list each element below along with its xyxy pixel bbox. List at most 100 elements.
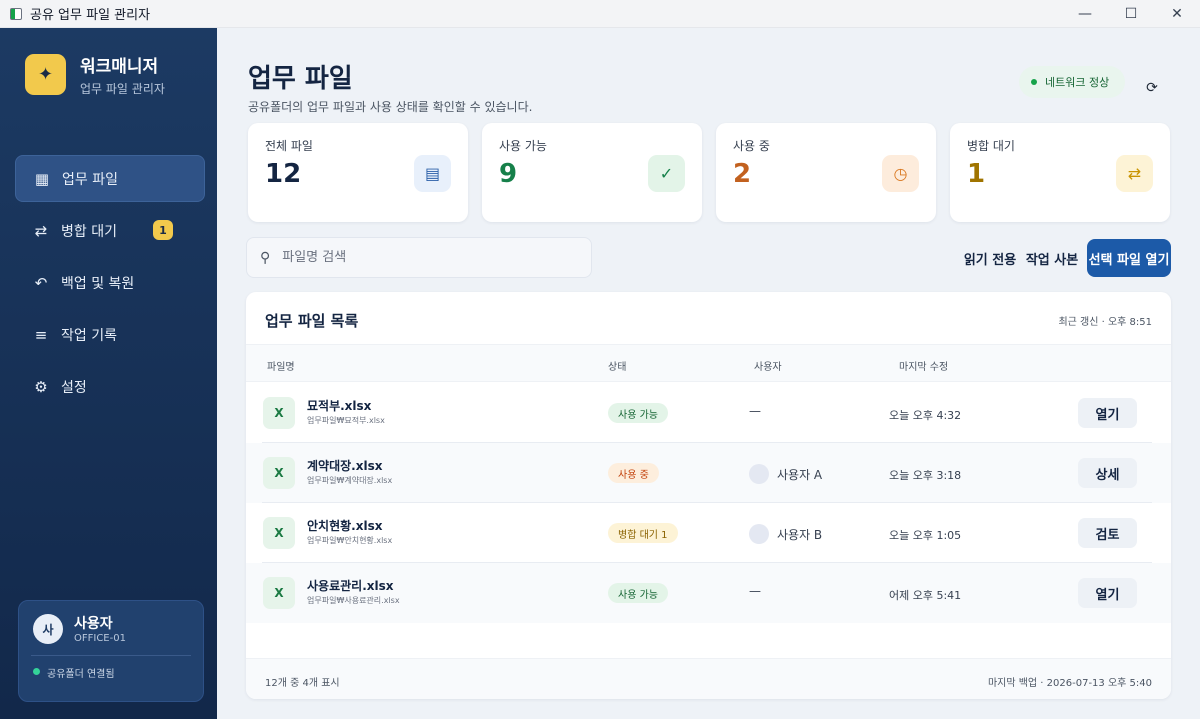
last-refresh-time: 최근 갱신 · 오후 8:51 (1058, 317, 1152, 328)
user-cell: 사용자 A (749, 464, 822, 484)
table-row[interactable]: X 사용료관리.xlsx 업무파일₩사용료관리.xlsx 사용 가능 — 어제 … (246, 563, 1171, 623)
file-name: 사용료관리.xlsx (307, 579, 394, 593)
user-id: OFFICE-01 (74, 633, 126, 644)
status-dot-icon (1031, 79, 1037, 85)
gear-icon: ⚙ (34, 377, 48, 396)
user-cell: — (749, 584, 761, 598)
page-subtitle: 공유폴더의 업무 파일과 사용 상태를 확인할 수 있습니다. (248, 100, 533, 114)
user-name: 사용자 A (777, 467, 823, 482)
excel-file-icon: X (263, 397, 295, 429)
table-title: 업무 파일 목록 (265, 312, 359, 330)
sidebar-item-label: 백업 및 복원 (61, 275, 135, 292)
refresh-button[interactable]: ⟳ (1134, 72, 1170, 104)
divider (31, 655, 191, 656)
sidebar-item-work-log[interactable]: ≡ 작업 기록 (15, 311, 205, 358)
open-button[interactable]: 열기 (1078, 398, 1137, 428)
status-badge: 사용 가능 (608, 583, 668, 603)
column-header-modified[interactable]: 마지막 수정 (899, 358, 948, 373)
network-status-badge: 네트워크 정상 (1019, 66, 1125, 98)
user-name: 사용자 B (777, 527, 823, 542)
status-badge: 사용 중 (608, 463, 659, 483)
stat-value: 1 (967, 159, 986, 189)
file-path: 업무파일₩계약대장.xlsx (307, 476, 393, 485)
swap-icon: ⇄ (1116, 155, 1153, 192)
column-header-status[interactable]: 상태 (608, 358, 626, 373)
table-header: 파일명 상태 사용자 마지막 수정 (246, 344, 1171, 382)
stat-value: 12 (265, 159, 302, 189)
sidebar-item-backup-restore[interactable]: ↶ 백업 및 복원 (15, 259, 205, 306)
stat-label: 사용 가능 (499, 139, 547, 153)
brand-name: 워크매니저 (80, 57, 159, 77)
stat-card-merge-pending: 병합 대기 1 ⇄ (950, 123, 1170, 222)
window-title: 공유 업무 파일 관리자 (30, 8, 151, 23)
work-copy-button[interactable]: 작업 사본 (1022, 239, 1082, 277)
excel-file-icon: X (263, 517, 295, 549)
window-controls: — ☐ ✕ (1062, 0, 1200, 28)
search-input[interactable] (282, 250, 563, 265)
sidebar-item-merge-pending[interactable]: ⇄ 병합 대기 1 (15, 207, 205, 254)
brand: ✦ 워크매니저 업무 파일 관리자 (25, 52, 165, 97)
sidebar-item-label: 업무 파일 (62, 171, 118, 188)
sidebar-item-label: 병합 대기 (61, 223, 117, 240)
sidebar: ✦ 워크매니저 업무 파일 관리자 ▦ 업무 파일 ⇄ 병합 대기 1 ↶ 백업… (0, 28, 217, 719)
stat-label: 병합 대기 (967, 139, 1015, 153)
read-only-button[interactable]: 읽기 전용 (960, 239, 1020, 277)
sidebar-item-label: 설정 (61, 379, 87, 396)
column-header-user[interactable]: 사용자 (754, 358, 782, 373)
stat-value: 2 (733, 159, 752, 189)
user-card[interactable]: 사 사용자 OFFICE-01 공유폴더 연결됨 (18, 600, 204, 702)
modified-time: 오늘 오후 1:05 (889, 529, 962, 542)
table-row[interactable]: X 계약대장.xlsx 업무파일₩계약대장.xlsx 사용 중 사용자 A 오늘… (246, 443, 1171, 503)
stat-card-in-use: 사용 중 2 ◷ (716, 123, 936, 222)
user-cell: 사용자 B (749, 524, 822, 544)
close-button[interactable]: ✕ (1154, 0, 1200, 28)
count-badge: 1 (153, 220, 173, 240)
table-row[interactable]: X 안치현황.xlsx 업무파일₩안치현황.xlsx 병합 대기 1 사용자 B… (246, 503, 1171, 563)
file-name: 계약대장.xlsx (307, 459, 383, 473)
page-title: 업무 파일 (248, 64, 353, 94)
grid-icon: ▦ (34, 169, 50, 188)
column-header-filename[interactable]: 파일명 (267, 358, 295, 373)
sidebar-item-work-files[interactable]: ▦ 업무 파일 (15, 155, 205, 202)
excel-file-icon: X (263, 577, 295, 609)
sidebar-nav: ▦ 업무 파일 ⇄ 병합 대기 1 ↶ 백업 및 복원 ≡ 작업 기록 ⚙ 설정 (15, 155, 205, 415)
network-status-text: 네트워크 정상 (1045, 76, 1110, 89)
clock-icon: ◷ (882, 155, 919, 192)
file-path: 업무파일₩묘적부.xlsx (307, 416, 385, 425)
minimize-button[interactable]: — (1062, 0, 1108, 28)
table-footer: 12개 중 4개 표시 마지막 백업 · 2026-07-13 오후 5:40 (246, 658, 1171, 699)
file-name: 묘적부.xlsx (307, 399, 372, 413)
sidebar-item-label: 작업 기록 (61, 327, 117, 344)
stat-value: 9 (499, 159, 518, 189)
open-selected-button[interactable]: 선택 파일 열기 (1087, 239, 1171, 277)
file-path: 업무파일₩사용료관리.xlsx (307, 596, 400, 605)
stat-card-available: 사용 가능 9 ✓ (482, 123, 702, 222)
brand-subtitle: 업무 파일 관리자 (80, 82, 165, 96)
open-button[interactable]: 열기 (1078, 578, 1137, 608)
file-name: 안치현황.xlsx (307, 519, 383, 533)
maximize-button[interactable]: ☐ (1108, 0, 1154, 28)
app-icon (10, 7, 22, 20)
connection-status: 공유폴더 연결됨 (47, 669, 115, 680)
review-button[interactable]: 검토 (1078, 518, 1137, 548)
table-row[interactable]: X 묘적부.xlsx 업무파일₩묘적부.xlsx 사용 가능 — 오늘 오후 4… (246, 383, 1171, 443)
swap-icon: ⇄ (34, 221, 48, 240)
avatar (749, 524, 769, 544)
excel-file-icon: X (263, 457, 295, 489)
modified-time: 오늘 오후 4:32 (889, 409, 962, 422)
avatar: 사 (33, 614, 63, 644)
file-table-card: 업무 파일 목록 최근 갱신 · 오후 8:51 파일명 상태 사용자 마지막 … (246, 292, 1171, 699)
document-icon: ▤ (414, 155, 451, 192)
search-box[interactable]: ⚲ (246, 237, 592, 278)
row-count: 12개 중 4개 표시 (265, 678, 340, 689)
stat-card-total: 전체 파일 12 ▤ (248, 123, 468, 222)
list-icon: ≡ (34, 325, 48, 344)
status-badge: 사용 가능 (608, 403, 668, 423)
user-name: — (749, 404, 761, 418)
modified-time: 어제 오후 5:41 (889, 589, 962, 602)
stat-label: 전체 파일 (265, 139, 313, 153)
user-name: 사용자 (74, 616, 113, 632)
details-button[interactable]: 상세 (1078, 458, 1137, 488)
file-path: 업무파일₩안치현황.xlsx (307, 536, 393, 545)
sidebar-item-settings[interactable]: ⚙ 설정 (15, 363, 205, 410)
